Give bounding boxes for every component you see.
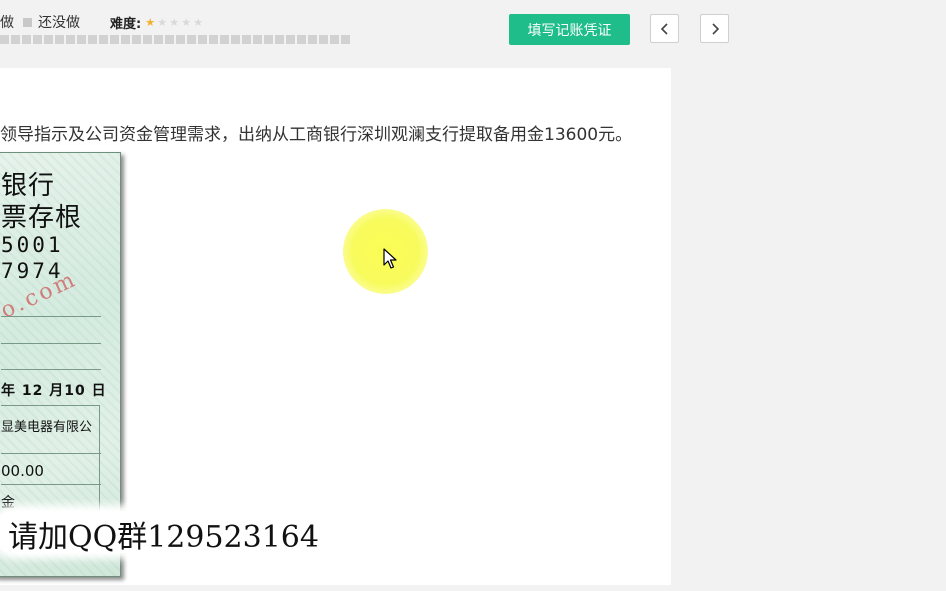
progress-cell[interactable] [99,35,108,44]
cheque-title: 票存根 [1,203,83,233]
progress-cell[interactable] [319,35,328,44]
legend-undone-label: 还没做 [38,15,80,31]
legend-undone-swatch [23,17,32,27]
progress-cell[interactable] [121,35,130,44]
progress-cell[interactable] [88,35,97,44]
question-text: 领导指示及公司资金管理需求，出纳从工商银行深圳观澜支行提取备用金13600元。 [0,125,633,145]
cheque-amount: 00.00 [1,462,44,480]
progress-cell[interactable] [220,35,229,44]
progress-cell[interactable] [22,35,31,44]
cheque-number-line1: 5001 [1,233,64,257]
progress-cell[interactable] [176,35,185,44]
progress-cell[interactable] [77,35,86,44]
progress-cell[interactable] [165,35,174,44]
previous-question-button[interactable] [650,14,679,43]
progress-cell[interactable] [231,35,240,44]
progress-cell[interactable] [33,35,42,44]
progress-cell[interactable] [209,35,218,44]
cheque-rule [1,343,101,344]
cheque-payee: 显美电器有限公 [1,420,93,435]
cheque-rule [1,369,101,370]
star-icon: ★ [169,15,180,29]
progress-cell[interactable] [297,35,306,44]
next-question-button[interactable] [700,14,729,43]
qq-group-text: 请加QQ群129523164 [8,520,319,555]
progress-cell[interactable] [110,35,119,44]
legend-undone: 还没做 [23,12,80,32]
progress-cell[interactable] [187,35,196,44]
progress-cell[interactable] [242,35,251,44]
progress-cell[interactable] [143,35,152,44]
progress-cell[interactable] [132,35,141,44]
progress-cell[interactable] [154,35,163,44]
chevron-left-icon [660,22,668,35]
mouse-pointer-icon [383,248,397,269]
progress-cell[interactable] [44,35,53,44]
progress-cell[interactable] [275,35,284,44]
progress-cell[interactable] [55,35,64,44]
cheque-rule [1,316,101,317]
progress-cell[interactable] [330,35,339,44]
star-icon: ★ [181,15,192,29]
star-icon: ★ [193,15,204,29]
cheque-date: 年 12 月10 日 [1,383,107,399]
star-icon: ★ [145,15,156,29]
progress-cell[interactable] [264,35,273,44]
legend-done-label: 做 [0,15,14,31]
progress-cell[interactable] [341,35,350,44]
difficulty-label: 难度: [110,17,142,32]
cheque-rule [1,453,101,454]
cheque-use: 金 [1,495,15,511]
progress-cell[interactable] [286,35,295,44]
star-icon: ★ [157,15,168,29]
progress-cell[interactable] [11,35,20,44]
difficulty-stars: ★ ★ ★ ★ ★ [144,15,204,29]
top-toolbar: 做 还没做 难度: ★ ★ ★ ★ ★ 填写记账凭证 [0,0,946,64]
question-progress [0,35,350,44]
progress-cell[interactable] [308,35,317,44]
question-card: 领导指示及公司资金管理需求，出纳从工商银行深圳观澜支行提取备用金13600元。 … [0,68,671,585]
progress-cell[interactable] [198,35,207,44]
chevron-right-icon [711,22,719,35]
difficulty-rating: 难度: ★ ★ ★ ★ ★ [110,13,204,32]
cheque-rule [1,484,101,485]
progress-cell[interactable] [0,35,9,44]
progress-cell[interactable] [253,35,262,44]
fill-voucher-button[interactable]: 填写记账凭证 [509,14,630,45]
progress-cell[interactable] [66,35,75,44]
